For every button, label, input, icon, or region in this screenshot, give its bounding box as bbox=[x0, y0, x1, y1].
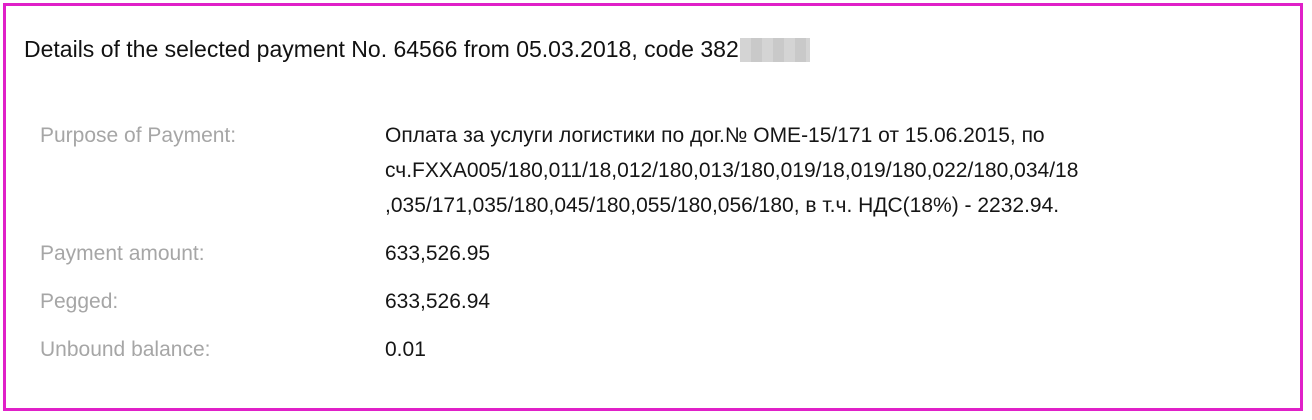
pegged-value: 633,526.94 bbox=[385, 290, 491, 313]
detail-row-pegged: Pegged: 633,526.94 bbox=[40, 284, 1280, 319]
panel-header: Details of the selected payment No. 6456… bbox=[24, 36, 810, 63]
purpose-value: Оплата за услуги логистики по дог.№ OME-… bbox=[385, 124, 1079, 217]
payment-amount-value: 633,526.95 bbox=[385, 242, 491, 265]
detail-row-payment-amount: Payment amount: 633,526.95 bbox=[40, 236, 1280, 271]
detail-row-unbound-balance: Unbound balance: 0.01 bbox=[40, 332, 1280, 367]
purpose-label: Purpose of Payment: bbox=[40, 124, 237, 147]
payment-details-panel: Details of the selected payment No. 6456… bbox=[3, 3, 1303, 411]
panel-title: Details of the selected payment No. 6456… bbox=[24, 36, 739, 62]
unbound-balance-value: 0.01 bbox=[385, 338, 426, 361]
payment-amount-label: Payment amount: bbox=[40, 242, 205, 265]
redacted-code-block bbox=[739, 37, 810, 62]
pegged-label: Pegged: bbox=[40, 290, 119, 313]
details-list: Purpose of Payment: Оплата за услуги лог… bbox=[40, 118, 1280, 367]
unbound-balance-label: Unbound balance: bbox=[40, 338, 211, 361]
detail-row-purpose: Purpose of Payment: Оплата за услуги лог… bbox=[40, 118, 1280, 223]
